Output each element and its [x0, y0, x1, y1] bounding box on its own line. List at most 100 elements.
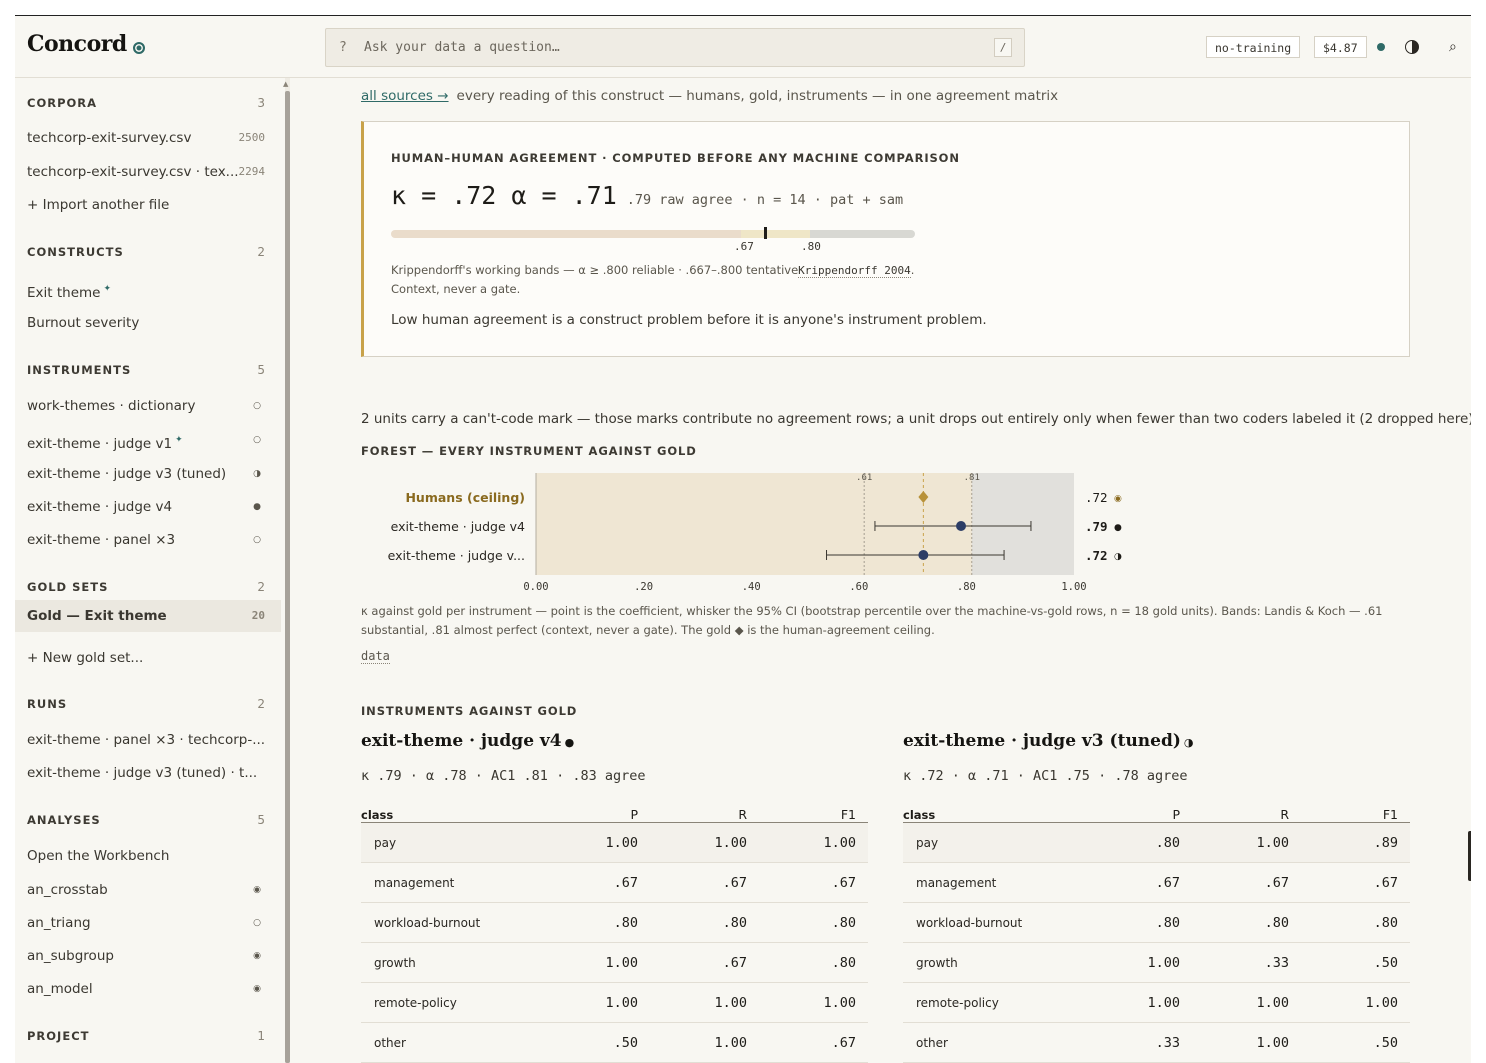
kappa-alpha-readout: κ = .72 α = .71 .79 raw agree · n = 14 · …: [391, 181, 903, 210]
sidebar-item-label: exit-theme · judge v4: [27, 499, 173, 515]
main-content: all sources → every reading of this const…: [361, 78, 1471, 1063]
metric-cell: .80: [1301, 902, 1410, 943]
reference-label: .61: [856, 473, 872, 483]
top-bar: Concord ? / no-training $4.87 ⌕: [15, 16, 1471, 78]
status-indicator-icon: ◉: [253, 885, 261, 895]
metric-cell: 1.00: [541, 982, 650, 1023]
metric-cell: .67: [1192, 862, 1301, 903]
logo-status-icon: [133, 42, 145, 54]
ask-bar[interactable]: ? /: [325, 28, 1025, 67]
sidebar-section-corpora[interactable]: CORPORA 3: [27, 96, 265, 112]
table-body: pay .80 1.00.89 management .67.67.67 workload…: [903, 822, 1410, 1063]
sidebar-item[interactable]: exit-theme · panel ×3 · techcorp-...: [27, 730, 265, 750]
sidebar-item[interactable]: + Import another file: [27, 195, 265, 215]
table-row[interactable]: remote-policy 1.00 1.00 1.00: [361, 982, 868, 1023]
panel-resize-handle[interactable]: [1468, 831, 1471, 881]
table-row[interactable]: growth 1.00.33.50: [903, 942, 1410, 983]
sidebar-section-gold-sets[interactable]: GOLD SETS 2: [27, 580, 265, 596]
sidebar-section-project[interactable]: PROJECT 1: [27, 1029, 265, 1045]
reference-label: .81: [964, 473, 980, 483]
prf-table: class P R F1 pay .80 1.00.89 management .67.67.…: [903, 802, 1410, 1063]
sidebar-section-instruments[interactable]: INSTRUMENTS 5: [27, 363, 265, 379]
sidebar-item[interactable]: exit-theme · judge v3 (tuned) · t...: [27, 763, 265, 783]
sidebar-item[interactable]: exit-theme · judge v1 ✦ ○: [27, 430, 265, 452]
ask-input[interactable]: [364, 37, 964, 57]
kappa-point[interactable]: [956, 521, 967, 531]
metric-cell: .80: [541, 902, 650, 943]
instrument-status-icon: ◑: [1183, 736, 1194, 749]
forest-status-icon: ●: [1114, 523, 1122, 533]
sidebar-item[interactable]: Exit theme ✦: [27, 279, 265, 301]
sidebar-section-analyses[interactable]: ANALYSES 5: [27, 813, 265, 829]
sidebar-item[interactable]: + New gold set...: [27, 648, 265, 668]
sidebar-item[interactable]: an_model ◉: [27, 979, 265, 999]
table-row[interactable]: pay .80 1.00.89: [903, 822, 1410, 863]
sidebar-item[interactable]: an_crosstab ◉: [27, 880, 265, 900]
column-header: R: [650, 802, 759, 823]
sidebar: CORPORA 3 techcorp-exit-survey.csv 2500 tech…: [15, 78, 283, 1063]
table-row[interactable]: workload-burnout .80.80.80: [903, 902, 1410, 943]
instrument-title[interactable]: exit-theme · judge v3 (tuned) ◑: [903, 731, 1194, 751]
section-title: CONSTRUCTS: [27, 245, 124, 259]
section-count: 1: [257, 1029, 265, 1043]
status-indicator-icon: ◉: [253, 984, 261, 994]
metric-cell: .67: [759, 862, 868, 903]
search-icon[interactable]: ⌕: [1449, 39, 1457, 55]
section-title: CORPORA: [27, 96, 98, 110]
sidebar-item[interactable]: exit-theme · judge v3 (tuned) ◑: [27, 464, 265, 484]
table-row[interactable]: pay 1.00 1.00 1.00: [361, 822, 868, 863]
sidebar-item[interactable]: techcorp-exit-survey.csv 2500: [27, 128, 265, 148]
status-indicator-icon: ○: [253, 401, 261, 411]
sidebar-item[interactable]: work-themes · dictionary ○: [27, 396, 265, 416]
section-title: GOLD SETS: [27, 580, 109, 594]
table-row[interactable]: workload-burnout .80.80.80: [361, 902, 868, 943]
sidebar-item-count: 2294: [238, 165, 266, 178]
x-tick-label: 1.00: [1061, 581, 1086, 593]
instruments-title: INSTRUMENTS AGAINST GOLD: [361, 704, 578, 718]
metric-cell: 1.00: [650, 822, 759, 863]
class-cell: pay: [361, 822, 541, 863]
agreement-subtext: .79 raw agree · n = 14 · pat + sam: [626, 192, 904, 208]
table-row[interactable]: other .33 1.00.50: [903, 1022, 1410, 1063]
sidebar-item[interactable]: an_subgroup ◉: [27, 946, 265, 966]
table-row[interactable]: management .67.67.67: [361, 862, 868, 903]
instrument-stats: κ .79 · α .78 · AC1 .81 · .83 agree: [361, 768, 646, 784]
sidebar-item[interactable]: Gold — Exit theme 20: [15, 600, 281, 632]
app-logo[interactable]: Concord: [27, 31, 127, 57]
x-tick-label: .80: [957, 581, 976, 593]
sidebar-item[interactable]: exit-theme · judge v4 ●: [27, 497, 265, 517]
table-row[interactable]: management .67.67.67: [903, 862, 1410, 903]
sidebar-item[interactable]: Open the Workbench: [27, 846, 265, 866]
band-tentative: [741, 230, 810, 238]
column-header: class: [361, 802, 541, 823]
no-training-chip[interactable]: no-training: [1206, 36, 1301, 58]
data-link[interactable]: data: [361, 649, 390, 664]
sidebar-section-constructs[interactable]: CONSTRUCTS 2: [27, 245, 265, 261]
sidebar-section-runs[interactable]: RUNS 2: [27, 697, 265, 713]
sidebar-item-label: exit-theme · panel ×3: [27, 532, 176, 548]
instrument-title[interactable]: exit-theme · judge v4 ●: [361, 731, 574, 751]
sidebar-scrollbar-thumb[interactable]: [285, 91, 290, 1063]
sidebar-item[interactable]: an_triang ○: [27, 913, 265, 933]
sidebar-item-label: an_model: [27, 981, 93, 997]
cost-chip[interactable]: $4.87: [1314, 36, 1367, 58]
scroll-up-icon[interactable]: ▲: [283, 80, 288, 88]
table-row[interactable]: growth 1.00.67.80: [361, 942, 868, 983]
citation-link[interactable]: Krippendorff 2004: [798, 264, 911, 278]
all-sources-link[interactable]: all sources →: [361, 88, 449, 104]
class-cell: remote-policy: [361, 982, 541, 1023]
sidebar-item-label: an_crosstab: [27, 882, 108, 898]
sidebar-item[interactable]: Burnout severity: [27, 313, 265, 333]
theme-toggle-icon[interactable]: [1405, 40, 1419, 54]
kappa-point[interactable]: [918, 550, 929, 560]
sidebar-item[interactable]: exit-theme · panel ×3 ○: [27, 530, 265, 550]
table-row[interactable]: remote-policy 1.00 1.00 1.00: [903, 982, 1410, 1023]
table-row[interactable]: other .50 1.00.67: [361, 1022, 868, 1063]
metric-cell: 1.00: [1083, 942, 1192, 983]
metric-cell: .80: [650, 902, 759, 943]
sidebar-item[interactable]: techcorp-exit-survey.csv · tex... 2294: [27, 162, 265, 182]
metric-cell: 1.00: [1192, 822, 1301, 863]
question-icon: ?: [339, 40, 347, 55]
section-count: 2: [257, 245, 265, 259]
section-title: PROJECT: [27, 1029, 90, 1043]
